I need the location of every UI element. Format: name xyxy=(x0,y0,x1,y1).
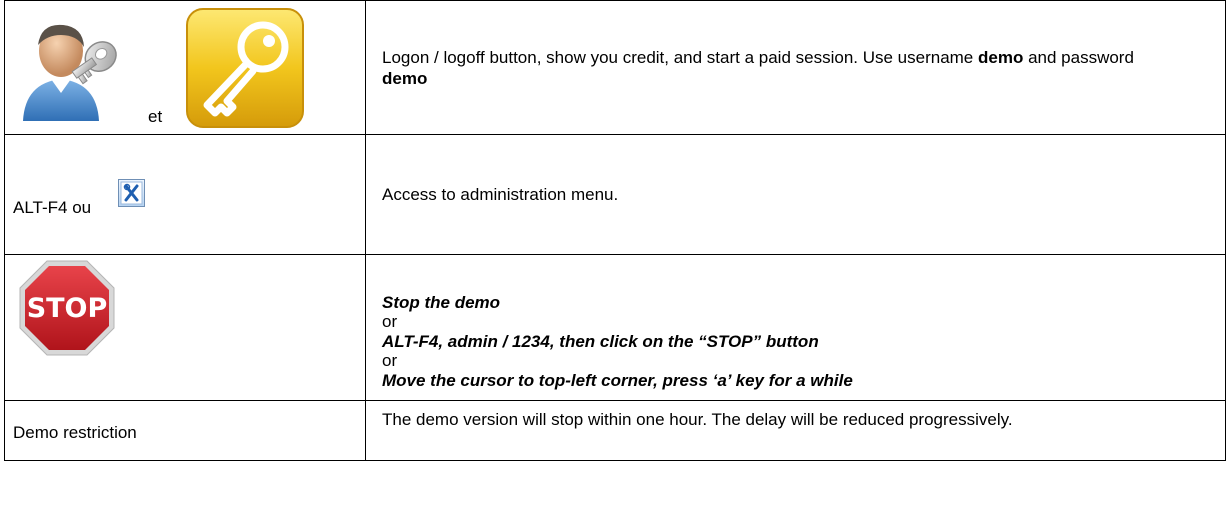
row-admin-left-cell: ALT-F4 ou xyxy=(4,134,366,255)
table-row: Demo restriction The demo version will s… xyxy=(4,400,1226,461)
instructions-table: et Logon / logoff button, show you credi… xyxy=(4,0,1226,461)
stop-option-1: Stop the demo xyxy=(382,292,501,312)
admin-tools-icon[interactable] xyxy=(118,179,145,207)
stop-option-3: Move the cursor to top-left corner, pres… xyxy=(382,370,853,390)
table-row: STOP Stop the demo or ALT-F4, admin / 12… xyxy=(4,254,1226,401)
password-value: demo xyxy=(382,68,428,88)
row-stop-left-cell: STOP xyxy=(4,254,366,401)
user-key-icon xyxy=(23,24,117,121)
table-row: et Logon / logoff button, show you credi… xyxy=(4,0,1226,135)
row-admin-description: Access to administration menu. xyxy=(365,134,1226,255)
username-value: demo xyxy=(978,47,1024,67)
connector-et: et xyxy=(148,107,163,126)
stop-sign-text: STOP xyxy=(27,293,108,324)
shortcut-label: ALT-F4 ou xyxy=(13,198,92,217)
row-logon-icons-cell: et xyxy=(4,0,366,135)
or-separator: or xyxy=(382,312,398,332)
or-separator: or xyxy=(382,351,398,371)
stop-sign-icon[interactable]: STOP xyxy=(18,259,116,357)
row-restriction-label: Demo restriction xyxy=(4,400,366,461)
row-stop-description: Stop the demo or ALT-F4, admin / 1234, t… xyxy=(365,254,1226,401)
row-restriction-description: The demo version will stop within one ho… xyxy=(365,400,1226,461)
table-row: ALT-F4 ou Access to administration menu. xyxy=(4,134,1226,255)
stop-option-2: ALT-F4, admin / 1234, then click on the … xyxy=(382,331,819,351)
row-logon-description: Logon / logoff button, show you credit, … xyxy=(365,0,1226,135)
gold-key-icon[interactable] xyxy=(185,7,305,129)
